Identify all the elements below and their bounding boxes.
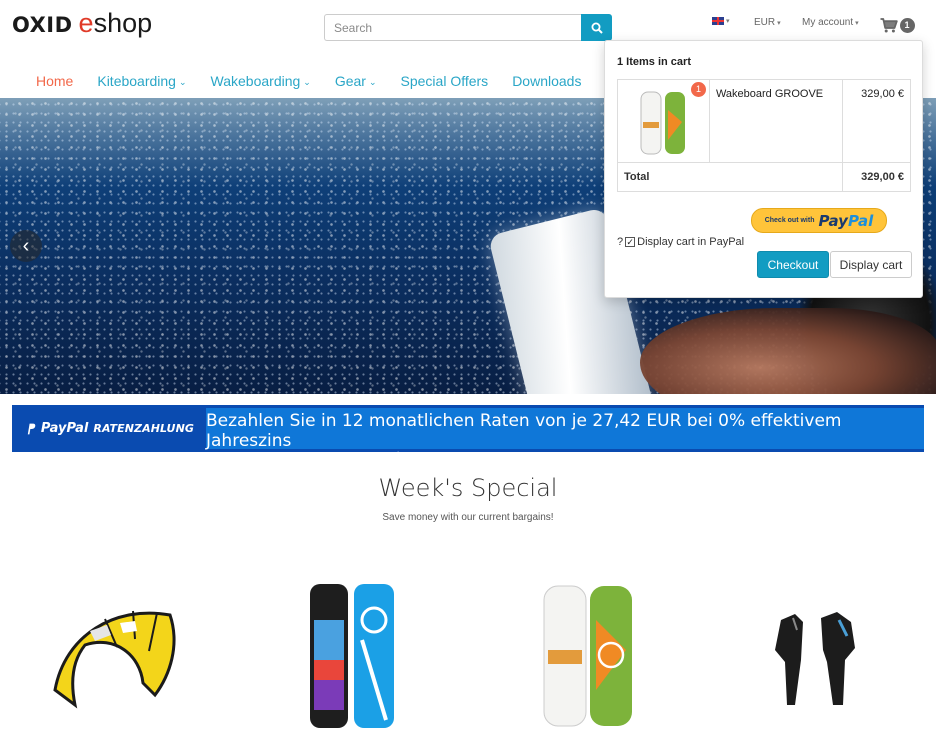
chevron-down-icon: ⌄ <box>303 76 311 87</box>
cart-items-table: 1 Wakeboard GROOVE 329,00 € Total 329,00… <box>616 79 911 192</box>
search-button[interactable] <box>581 14 612 41</box>
uk-flag-icon <box>712 17 724 25</box>
product-wetsuit[interactable] <box>760 574 870 735</box>
paypal-p-icon <box>27 423 36 434</box>
cart-item-row: 1 Wakeboard GROOVE 329,00 € <box>617 79 911 163</box>
main-navigation: Home Kiteboarding ⌄ Wakeboarding ⌄ Gear … <box>36 73 605 89</box>
nav-item-wakeboarding[interactable]: Wakeboarding ⌄ <box>211 73 311 89</box>
cart-dropdown-title: 1 Items in cart <box>617 56 691 68</box>
ratenzahlung-text: RATENZAHLUNG <box>93 422 194 435</box>
cart-item-price: 329,00 € <box>842 79 911 163</box>
paypal-logo-pal: Pal <box>847 211 874 230</box>
search-input[interactable] <box>324 14 581 41</box>
logo-e-text: e <box>78 8 94 38</box>
display-in-paypal-label[interactable]: Display cart in PayPal <box>637 236 744 248</box>
nav-label: Home <box>36 73 74 89</box>
cart-total-label: Total <box>616 162 844 192</box>
chevron-down-icon: ▾ <box>777 19 781 27</box>
nav-item-home[interactable]: Home <box>36 73 73 89</box>
account-label: My account <box>802 17 854 28</box>
paypal-checkout-button[interactable]: Check out with PayPal <box>751 208 887 233</box>
banner-subline: Kreditgeber: PayPal (Europe) S.á.r.l. et… <box>206 451 924 466</box>
display-cart-in-paypal-row: ? ✓ Display cart in PayPal <box>617 236 744 248</box>
paypal-brand-text: PayPal <box>40 421 89 436</box>
groove-board-image <box>543 585 632 726</box>
nav-label: Kiteboarding <box>97 73 176 89</box>
paypal-ratenzahlung-logo: PayPal RATENZAHLUNG <box>12 405 194 452</box>
section-title: Week's Special <box>378 474 558 502</box>
cart-dropdown: 1 Items in cart 1 Wakeboard GROOVE 329,0… <box>604 40 923 298</box>
display-in-paypal-checkbox[interactable]: ✓ <box>625 237 636 247</box>
product-kite[interactable] <box>40 574 190 735</box>
nav-label: Wakeboarding <box>210 73 301 89</box>
cart-button[interactable]: 1 <box>872 10 922 40</box>
cart-total-value: 329,00 € <box>842 162 911 192</box>
section-subtitle: Save money with our current bargains! <box>382 512 554 523</box>
cart-item-qty-badge: 1 <box>690 82 706 97</box>
paypal-checkout-small-text: Check out with <box>764 217 815 224</box>
kite-image <box>53 610 176 709</box>
nav-item-special-offers[interactable]: Special Offers <box>401 73 489 89</box>
cart-count-badge: 1 <box>899 17 915 33</box>
account-menu[interactable]: My account ▾ <box>802 17 859 28</box>
paypal-installment-banner[interactable]: PayPal RATENZAHLUNG Bezahlen Sie in 12 m… <box>12 405 924 465</box>
cabrinha-board-image <box>310 583 394 728</box>
chevron-down-icon: ▾ <box>726 18 730 25</box>
nav-label: Gear <box>334 73 366 89</box>
currency-selector[interactable]: EUR ▾ <box>754 17 781 28</box>
shop-logo[interactable]: OXID e shop <box>12 8 153 38</box>
slider-prev-button[interactable]: ‹ <box>10 230 42 262</box>
chevron-down-icon: ⌄ <box>178 76 187 87</box>
search-icon <box>591 22 603 34</box>
cart-total-row: Total 329,00 € <box>616 162 911 192</box>
paypal-logo: PayPal <box>818 212 873 230</box>
wetsuit-image <box>775 611 855 705</box>
shopping-cart-icon <box>880 17 898 32</box>
cart-item-image-cell[interactable]: 1 <box>617 79 710 163</box>
chevron-down-icon: ⌄ <box>368 76 377 87</box>
search-form <box>324 14 612 41</box>
logo-shop-text: shop <box>93 8 153 38</box>
display-cart-button[interactable]: Display cart <box>830 251 912 278</box>
cart-item-name[interactable]: Wakeboard GROOVE <box>708 79 844 163</box>
chevron-left-icon: ‹ <box>22 235 30 257</box>
banner-headline: Bezahlen Sie in 12 monatlichen Raten von… <box>206 411 842 451</box>
nav-label: Special Offers <box>400 73 489 89</box>
nav-item-downloads[interactable]: Downloads <box>512 73 581 89</box>
paypal-logo-pay: Pay <box>818 211 848 230</box>
product-wakeboard-groove[interactable] <box>520 574 650 735</box>
product-wakeboard-cabrinha[interactable] <box>290 574 410 735</box>
chevron-down-icon: ▾ <box>855 19 859 27</box>
logo-oxid-text: OXID <box>12 13 73 37</box>
nav-item-gear[interactable]: Gear ⌄ <box>335 73 377 89</box>
nav-label: Downloads <box>512 73 582 89</box>
banner-message: Bezahlen Sie in 12 monatlichen Raten von… <box>206 408 924 465</box>
help-icon[interactable]: ? <box>617 236 623 248</box>
currency-label: EUR <box>754 17 776 28</box>
banner-lender-text: Kreditgeber: PayPal (Europe) S.á.r.l. et… <box>206 451 769 465</box>
nav-item-kiteboarding[interactable]: Kiteboarding ⌄ <box>97 73 186 89</box>
more-info-link[interactable]: Mehr erfahren <box>773 451 858 465</box>
checkout-button[interactable]: Checkout <box>757 251 829 278</box>
language-selector[interactable]: ▾ <box>712 17 730 25</box>
